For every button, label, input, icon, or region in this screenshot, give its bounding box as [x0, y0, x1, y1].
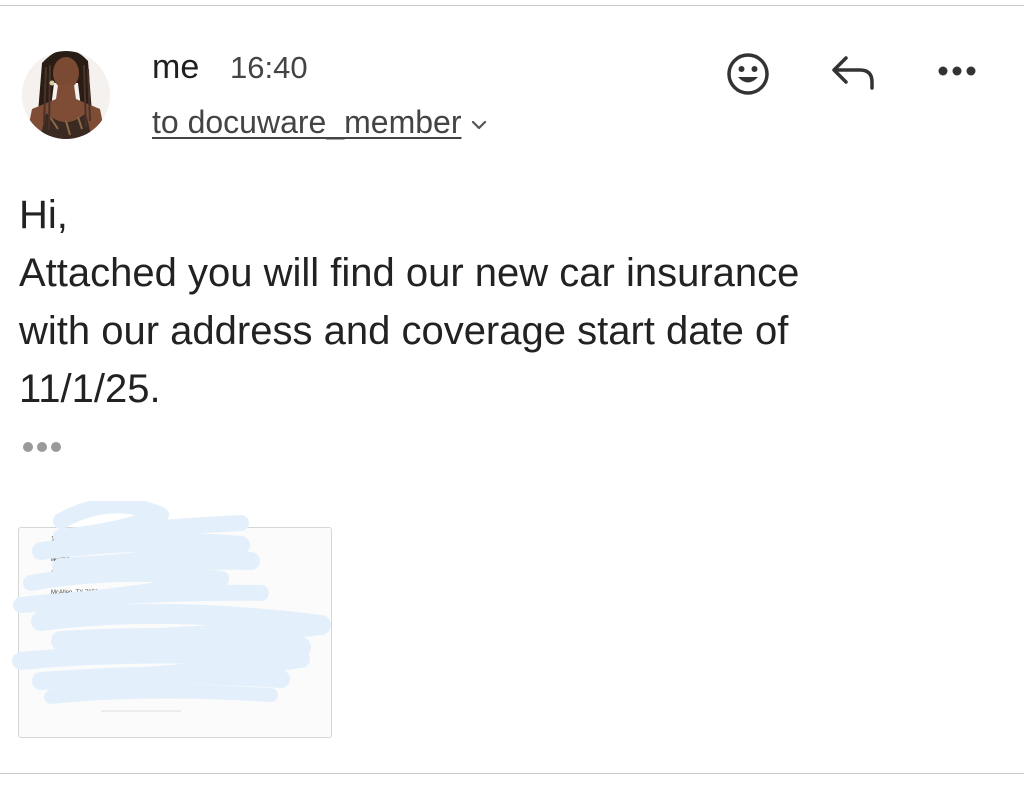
- show-trimmed-content-icon: [23, 442, 61, 452]
- more-horizontal-icon: [938, 66, 976, 76]
- reply-arrow-icon: [832, 56, 874, 90]
- attachment-thumbnail[interactable]: 1 Name McAllen, TX 7850 OGRESSIVE 2021: [12, 501, 332, 738]
- recipient-details-toggle[interactable]: to docuware_member: [152, 104, 487, 141]
- sent-time: 16:40: [230, 50, 308, 85]
- message-line: with our address and coverage start date…: [19, 309, 789, 353]
- add-reaction-button[interactable]: [726, 52, 770, 96]
- recipient-label: to docuware_member: [152, 104, 462, 140]
- sender-name[interactable]: me: [152, 48, 199, 87]
- top-divider: [0, 5, 1024, 6]
- reply-button[interactable]: [830, 54, 876, 94]
- more-options-button[interactable]: [936, 62, 978, 80]
- message-line: Hi,: [19, 193, 68, 237]
- email-message-view: me 16:40 to docuware_member Hi, Attached…: [0, 0, 1024, 791]
- message-line: Attached you will find our new car insur…: [19, 251, 800, 295]
- message-line: 11/1/25.: [19, 367, 161, 411]
- attachment-preview: 1 Name McAllen, TX 7850 OGRESSIVE 2021: [12, 501, 331, 712]
- bottom-divider: [0, 773, 1024, 774]
- smiley-face-icon: [727, 53, 769, 95]
- message-body: Hi, Attached you will find our new car i…: [19, 186, 1009, 418]
- redaction-scribble: [12, 501, 331, 704]
- avatar[interactable]: [22, 43, 110, 139]
- chevron-down-icon: [472, 120, 487, 129]
- show-trimmed-content-button[interactable]: [20, 436, 64, 458]
